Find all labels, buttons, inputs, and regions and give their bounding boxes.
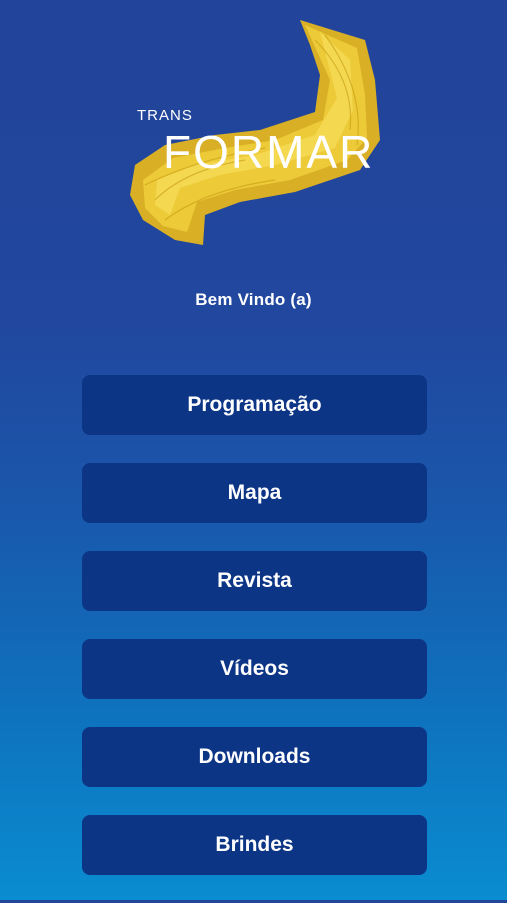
programacao-button[interactable]: Programação	[82, 375, 427, 435]
videos-button[interactable]: Vídeos	[82, 639, 427, 699]
welcome-text: Bem Vindo (a)	[195, 290, 312, 309]
transformar-logo: TRANS FORMAR	[125, 20, 385, 250]
logo-trans-text: TRANS	[137, 107, 193, 124]
brindes-button[interactable]: Brindes	[82, 815, 427, 875]
main-menu: Programação Mapa Revista Vídeos Download…	[82, 375, 427, 903]
logo-formar-text: FORMAR	[163, 126, 374, 178]
mapa-button[interactable]: Mapa	[82, 463, 427, 523]
downloads-button[interactable]: Downloads	[82, 727, 427, 787]
revista-button[interactable]: Revista	[82, 551, 427, 611]
